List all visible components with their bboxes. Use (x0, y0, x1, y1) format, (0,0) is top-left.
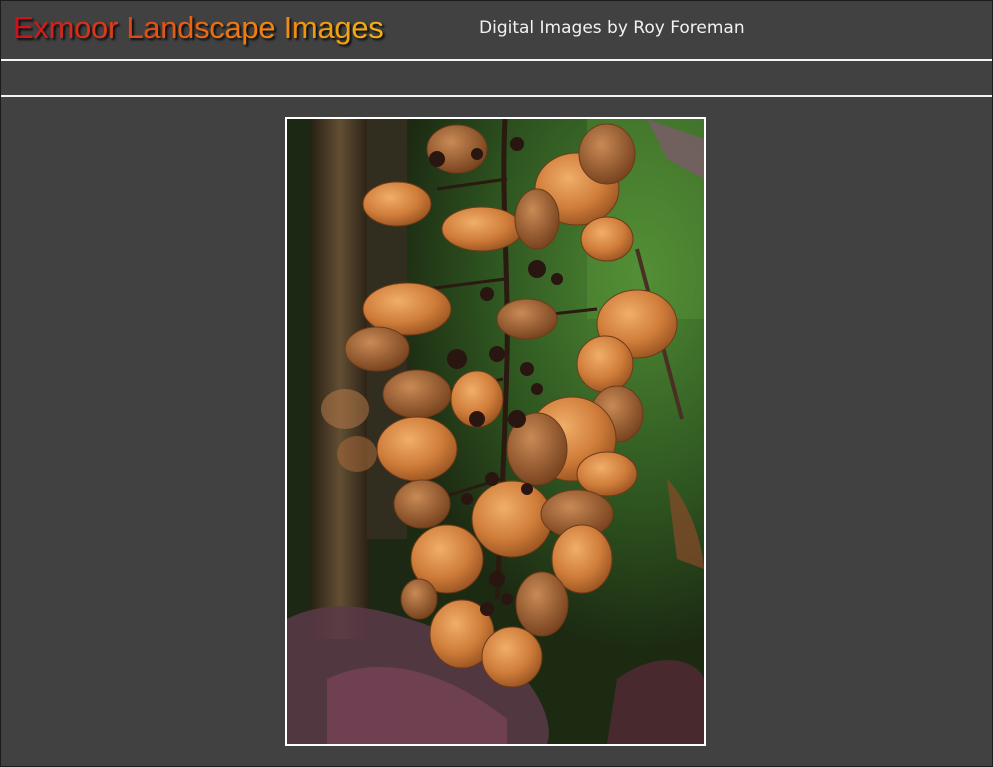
page: Exmoor Landscape Images Digital Images b… (0, 0, 993, 767)
site-title[interactable]: Exmoor Landscape Images (13, 10, 384, 46)
photo-image (287, 119, 704, 744)
main-photo[interactable] (285, 117, 706, 746)
site-header: Exmoor Landscape Images Digital Images b… (1, 1, 992, 59)
nav-bar (1, 61, 992, 95)
nav-divider (1, 95, 992, 97)
site-subtitle: Digital Images by Roy Foreman (479, 18, 745, 38)
